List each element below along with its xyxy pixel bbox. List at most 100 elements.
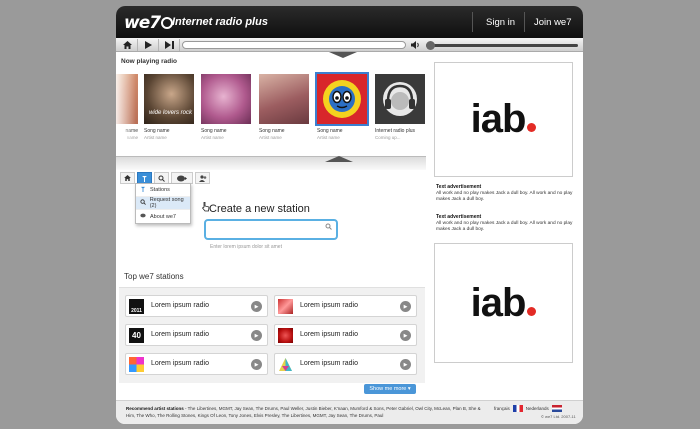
iab-logo: iab	[471, 281, 537, 326]
text-advert[interactable]: Text advertisement All work and no play …	[436, 214, 576, 234]
stations-menu: Stations Request song (2) About we7	[135, 183, 191, 224]
text-advert[interactable]: Text advertisement All work and no play …	[436, 184, 576, 204]
station-label: Lorem ipsum radio	[300, 360, 358, 367]
volume-slider[interactable]	[426, 41, 578, 50]
player-divider	[137, 39, 138, 51]
artist-name: Artist name	[144, 135, 167, 140]
create-station-hint: Enter lorem ipsum dolor sit amet	[210, 244, 282, 250]
iab-advert[interactable]: iab	[434, 243, 573, 363]
top-stations-title: Top we7 stations	[124, 272, 184, 281]
header-divider	[524, 12, 525, 32]
station-item[interactable]: Lorem ipsum radio ▶	[125, 353, 268, 375]
play-icon[interactable]: ▶	[400, 301, 411, 312]
panel-notch	[325, 156, 353, 162]
play-icon[interactable]: ▶	[251, 330, 262, 341]
progress-bar[interactable]	[182, 41, 406, 49]
play-icon[interactable]: ▶	[251, 301, 262, 312]
album-cover: wide lovers rock	[144, 74, 194, 124]
antenna-icon	[142, 175, 147, 182]
cover-caption: wide lovers rock	[149, 110, 193, 116]
speaker-icon[interactable]	[406, 39, 424, 51]
now-playing-card-active[interactable]: Song name Artist name	[315, 72, 369, 140]
station-label: Lorem ipsum radio	[151, 360, 209, 367]
album-cover	[259, 74, 309, 124]
station-thumbnail: 40	[129, 328, 144, 343]
player-divider	[158, 39, 159, 51]
station-thumbnail: 2011	[129, 299, 144, 314]
station-label: Lorem ipsum radio	[151, 302, 209, 309]
menu-item-label: About we7	[150, 213, 176, 220]
home-icon	[124, 175, 131, 181]
play-icon[interactable]: ▶	[400, 330, 411, 341]
station-item[interactable]: Lorem ipsum radio ▶	[274, 324, 417, 346]
header-divider	[472, 12, 473, 32]
menu-item-label: Request song (2)	[149, 197, 184, 209]
we7-logo[interactable]: we7	[124, 13, 174, 33]
people-tab[interactable]	[195, 172, 210, 184]
top-stations-panel: 2011 Lorem ipsum radio ▶ Lorem ipsum rad…	[119, 287, 425, 383]
artist-name: Artist name	[201, 135, 224, 140]
volume-knob[interactable]	[426, 41, 435, 50]
play-icon[interactable]: ▶	[400, 359, 411, 370]
now-playing-card[interactable]: Song name Artist name	[259, 74, 309, 140]
song-name: Song name	[259, 128, 285, 134]
skip-forward-icon[interactable]	[160, 39, 178, 51]
play-icon[interactable]: ▶	[251, 359, 262, 370]
artist-name: Coming up...	[375, 135, 401, 140]
sun-face-art	[323, 80, 361, 118]
recommended-artists: Recommend artist stations - The Libertin…	[126, 405, 490, 419]
app-window: we7 Internet radio plus Sign in Join we7…	[116, 6, 583, 424]
headphones-icon	[383, 82, 417, 116]
language-selector: français Nederlands	[494, 405, 565, 412]
france-flag-icon[interactable]	[512, 405, 523, 412]
site-header: we7 Internet radio plus Sign in Join we7	[116, 6, 583, 38]
recommended-label: Recommend artist stations	[126, 406, 184, 411]
station-thumbnail	[278, 299, 293, 314]
people-icon	[198, 174, 206, 182]
create-station-input[interactable]	[209, 224, 319, 235]
artist-name: Artist name	[259, 135, 282, 140]
menu-item-label: Stations	[150, 187, 170, 193]
now-playing-card[interactable]: Song name Artist name	[201, 74, 251, 140]
show-more-button[interactable]: Show me more ▾	[364, 384, 416, 394]
netherlands-flag-icon[interactable]	[551, 405, 562, 412]
now-playing-card[interactable]: Internet radio plus Coming up...	[375, 74, 425, 140]
disc-icon	[177, 175, 187, 181]
home-icon[interactable]	[118, 39, 136, 51]
menu-item-stations[interactable]: Stations	[136, 184, 190, 197]
station-label: Lorem ipsum radio	[300, 302, 358, 309]
station-label: Lorem ipsum radio	[151, 331, 209, 338]
album-cover	[375, 74, 425, 124]
create-station-box	[204, 219, 338, 240]
menu-item-about[interactable]: About we7	[136, 210, 190, 223]
home-tab[interactable]	[120, 172, 135, 184]
station-item[interactable]: 40 Lorem ipsum radio ▶	[125, 324, 268, 346]
now-playing-title: Now playing radio	[121, 58, 177, 65]
antenna-icon	[140, 186, 147, 194]
play-icon[interactable]	[139, 39, 157, 51]
station-item[interactable]: 2011 Lorem ipsum radio ▶	[125, 295, 268, 317]
album-cover	[201, 74, 251, 124]
song-name: Song name	[317, 128, 343, 134]
text-advert-body: All work and no play makes Jack a dull b…	[436, 190, 573, 203]
copyright-text: © we7 Ltd. 2007-11	[541, 414, 576, 419]
song-name: Internet radio plus	[375, 128, 416, 134]
site-title: Internet radio plus	[172, 16, 268, 28]
language-french[interactable]: français	[494, 406, 510, 411]
player-divider	[179, 39, 180, 51]
language-dutch[interactable]: Nederlands	[526, 406, 549, 411]
iab-advert[interactable]: iab	[434, 62, 573, 177]
song-name: Song name	[144, 128, 170, 134]
join-link[interactable]: Join we7	[534, 17, 572, 28]
panel-shelf	[116, 156, 426, 170]
album-cover	[315, 72, 369, 126]
station-item[interactable]: Lorem ipsum radio ▶	[274, 353, 417, 375]
sign-in-link[interactable]: Sign in	[486, 17, 515, 28]
station-item[interactable]: Lorem ipsum radio ▶	[274, 295, 417, 317]
song-name: Song name	[201, 128, 227, 134]
now-playing-card[interactable]: wide lovers rock Song name Artist name	[144, 74, 194, 140]
search-icon	[158, 175, 165, 182]
iab-logo: iab	[471, 97, 537, 142]
search-icon[interactable]	[325, 223, 332, 232]
menu-item-request-song[interactable]: Request song (2)	[136, 197, 190, 210]
